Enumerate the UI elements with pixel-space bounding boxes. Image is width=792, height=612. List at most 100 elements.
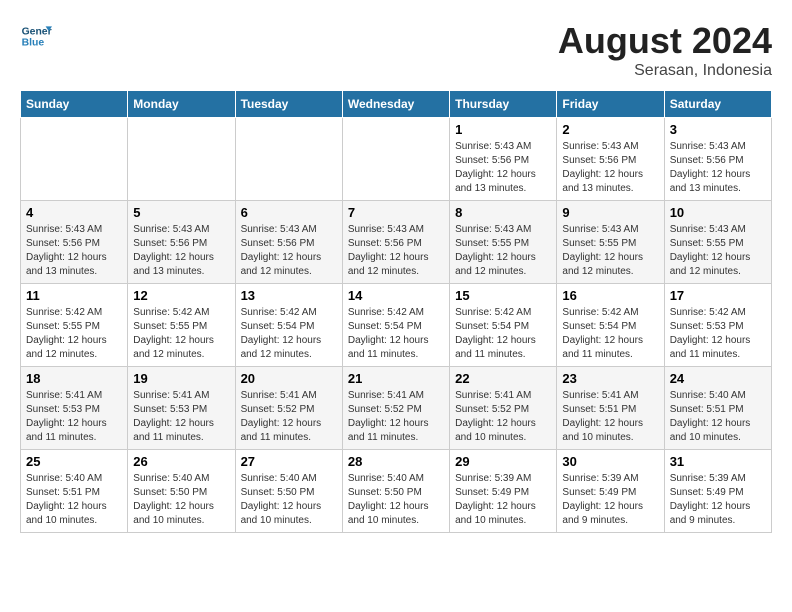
- day-info: Sunrise: 5:42 AM Sunset: 5:54 PM Dayligh…: [562, 306, 658, 362]
- week-row-2: 4 Sunrise: 5:43 AM Sunset: 5:56 PM Daylig…: [21, 201, 772, 284]
- day-info: Sunrise: 5:39 AM Sunset: 5:49 PM Dayligh…: [562, 472, 658, 528]
- day-info: Sunrise: 5:42 AM Sunset: 5:55 PM Dayligh…: [26, 306, 122, 362]
- day-number: 3: [670, 122, 766, 137]
- calendar-cell: 13 Sunrise: 5:42 AM Sunset: 5:54 PM Dayli…: [235, 284, 342, 367]
- day-info: Sunrise: 5:41 AM Sunset: 5:51 PM Dayligh…: [562, 389, 658, 445]
- svg-text:Blue: Blue: [22, 38, 45, 49]
- day-number: 22: [455, 371, 551, 386]
- day-info: Sunrise: 5:43 AM Sunset: 5:56 PM Dayligh…: [26, 223, 122, 279]
- day-info: Sunrise: 5:43 AM Sunset: 5:55 PM Dayligh…: [562, 223, 658, 279]
- calendar-cell: 11 Sunrise: 5:42 AM Sunset: 5:55 PM Dayli…: [21, 284, 128, 367]
- day-number: 30: [562, 454, 658, 469]
- day-number: 5: [133, 205, 229, 220]
- day-info: Sunrise: 5:39 AM Sunset: 5:49 PM Dayligh…: [455, 472, 551, 528]
- day-info: Sunrise: 5:41 AM Sunset: 5:52 PM Dayligh…: [455, 389, 551, 445]
- calendar-cell: 9 Sunrise: 5:43 AM Sunset: 5:55 PM Daylig…: [557, 201, 664, 284]
- title-block: August 2024 Serasan, Indonesia: [558, 20, 772, 80]
- day-info: Sunrise: 5:40 AM Sunset: 5:50 PM Dayligh…: [133, 472, 229, 528]
- calendar-cell: 18 Sunrise: 5:41 AM Sunset: 5:53 PM Dayli…: [21, 367, 128, 450]
- weekday-header-monday: Monday: [128, 91, 235, 118]
- weekday-header-row: SundayMondayTuesdayWednesdayThursdayFrid…: [21, 91, 772, 118]
- day-number: 2: [562, 122, 658, 137]
- day-info: Sunrise: 5:42 AM Sunset: 5:54 PM Dayligh…: [455, 306, 551, 362]
- day-info: Sunrise: 5:42 AM Sunset: 5:54 PM Dayligh…: [241, 306, 337, 362]
- day-info: Sunrise: 5:41 AM Sunset: 5:52 PM Dayligh…: [241, 389, 337, 445]
- month-year: August 2024: [558, 20, 772, 62]
- calendar-cell: 26 Sunrise: 5:40 AM Sunset: 5:50 PM Dayli…: [128, 450, 235, 533]
- calendar-cell: 14 Sunrise: 5:42 AM Sunset: 5:54 PM Dayli…: [342, 284, 449, 367]
- weekday-header-wednesday: Wednesday: [342, 91, 449, 118]
- day-info: Sunrise: 5:41 AM Sunset: 5:53 PM Dayligh…: [133, 389, 229, 445]
- day-info: Sunrise: 5:40 AM Sunset: 5:51 PM Dayligh…: [670, 389, 766, 445]
- weekday-header-thursday: Thursday: [450, 91, 557, 118]
- day-number: 21: [348, 371, 444, 386]
- day-number: 1: [455, 122, 551, 137]
- day-info: Sunrise: 5:39 AM Sunset: 5:49 PM Dayligh…: [670, 472, 766, 528]
- day-info: Sunrise: 5:43 AM Sunset: 5:56 PM Dayligh…: [670, 140, 766, 196]
- day-number: 28: [348, 454, 444, 469]
- day-number: 14: [348, 288, 444, 303]
- day-number: 24: [670, 371, 766, 386]
- week-row-3: 11 Sunrise: 5:42 AM Sunset: 5:55 PM Dayli…: [21, 284, 772, 367]
- calendar-cell: 4 Sunrise: 5:43 AM Sunset: 5:56 PM Daylig…: [21, 201, 128, 284]
- calendar-cell: 12Sunrise: 5:42 AM Sunset: 5:55 PM Dayli…: [128, 284, 235, 367]
- calendar-cell: 5 Sunrise: 5:43 AM Sunset: 5:56 PM Daylig…: [128, 201, 235, 284]
- calendar-cell: 20Sunrise: 5:41 AM Sunset: 5:52 PM Dayli…: [235, 367, 342, 450]
- day-number: 11: [26, 288, 122, 303]
- day-info: Sunrise: 5:43 AM Sunset: 5:56 PM Dayligh…: [348, 223, 444, 279]
- calendar-cell: 28 Sunrise: 5:40 AM Sunset: 5:50 PM Dayli…: [342, 450, 449, 533]
- day-number: 29: [455, 454, 551, 469]
- weekday-header-friday: Friday: [557, 91, 664, 118]
- calendar-cell: 24 Sunrise: 5:40 AM Sunset: 5:51 PM Dayli…: [664, 367, 771, 450]
- calendar-cell: [128, 118, 235, 201]
- calendar-cell: 21 Sunrise: 5:41 AM Sunset: 5:52 PM Dayli…: [342, 367, 449, 450]
- weekday-header-sunday: Sunday: [21, 91, 128, 118]
- calendar-cell: 7Sunrise: 5:43 AM Sunset: 5:56 PM Daylig…: [342, 201, 449, 284]
- day-number: 15: [455, 288, 551, 303]
- calendar-cell: 8Sunrise: 5:43 AM Sunset: 5:55 PM Daylig…: [450, 201, 557, 284]
- day-number: 26: [133, 454, 229, 469]
- day-number: 23: [562, 371, 658, 386]
- day-number: 25: [26, 454, 122, 469]
- calendar-cell: 31 Sunrise: 5:39 AM Sunset: 5:49 PM Dayli…: [664, 450, 771, 533]
- calendar-cell: [342, 118, 449, 201]
- day-number: 27: [241, 454, 337, 469]
- day-info: Sunrise: 5:41 AM Sunset: 5:53 PM Dayligh…: [26, 389, 122, 445]
- calendar-cell: 6 Sunrise: 5:43 AM Sunset: 5:56 PM Daylig…: [235, 201, 342, 284]
- day-number: 9: [562, 205, 658, 220]
- calendar-cell: 25 Sunrise: 5:40 AM Sunset: 5:51 PM Dayli…: [21, 450, 128, 533]
- day-number: 6: [241, 205, 337, 220]
- calendar-cell: 10Sunrise: 5:43 AM Sunset: 5:55 PM Dayli…: [664, 201, 771, 284]
- day-info: Sunrise: 5:40 AM Sunset: 5:51 PM Dayligh…: [26, 472, 122, 528]
- day-info: Sunrise: 5:42 AM Sunset: 5:55 PM Dayligh…: [133, 306, 229, 362]
- day-number: 4: [26, 205, 122, 220]
- day-number: 8: [455, 205, 551, 220]
- calendar-cell: 15 Sunrise: 5:42 AM Sunset: 5:54 PM Dayli…: [450, 284, 557, 367]
- calendar-cell: 19Sunrise: 5:41 AM Sunset: 5:53 PM Dayli…: [128, 367, 235, 450]
- day-info: Sunrise: 5:40 AM Sunset: 5:50 PM Dayligh…: [241, 472, 337, 528]
- day-info: Sunrise: 5:42 AM Sunset: 5:54 PM Dayligh…: [348, 306, 444, 362]
- logo-icon: General Blue: [20, 20, 52, 52]
- day-info: Sunrise: 5:41 AM Sunset: 5:52 PM Dayligh…: [348, 389, 444, 445]
- day-info: Sunrise: 5:43 AM Sunset: 5:56 PM Dayligh…: [133, 223, 229, 279]
- day-number: 18: [26, 371, 122, 386]
- calendar-table: SundayMondayTuesdayWednesdayThursdayFrid…: [20, 90, 772, 533]
- day-number: 16: [562, 288, 658, 303]
- day-number: 13: [241, 288, 337, 303]
- day-info: Sunrise: 5:42 AM Sunset: 5:53 PM Dayligh…: [670, 306, 766, 362]
- day-number: 31: [670, 454, 766, 469]
- week-row-4: 18 Sunrise: 5:41 AM Sunset: 5:53 PM Dayli…: [21, 367, 772, 450]
- page-header: General Blue General Blue August 2024 Se…: [20, 20, 772, 80]
- calendar-cell: 1 Sunrise: 5:43 AM Sunset: 5:56 PM Daylig…: [450, 118, 557, 201]
- calendar-cell: 23 Sunrise: 5:41 AM Sunset: 5:51 PM Dayli…: [557, 367, 664, 450]
- day-info: Sunrise: 5:43 AM Sunset: 5:56 PM Dayligh…: [241, 223, 337, 279]
- day-info: Sunrise: 5:43 AM Sunset: 5:55 PM Dayligh…: [670, 223, 766, 279]
- calendar-cell: 2Sunrise: 5:43 AM Sunset: 5:56 PM Daylig…: [557, 118, 664, 201]
- calendar-cell: 17 Sunrise: 5:42 AM Sunset: 5:53 PM Dayli…: [664, 284, 771, 367]
- weekday-header-saturday: Saturday: [664, 91, 771, 118]
- weekday-header-tuesday: Tuesday: [235, 91, 342, 118]
- calendar-cell: [21, 118, 128, 201]
- day-info: Sunrise: 5:43 AM Sunset: 5:56 PM Dayligh…: [455, 140, 551, 196]
- day-number: 17: [670, 288, 766, 303]
- day-info: Sunrise: 5:40 AM Sunset: 5:50 PM Dayligh…: [348, 472, 444, 528]
